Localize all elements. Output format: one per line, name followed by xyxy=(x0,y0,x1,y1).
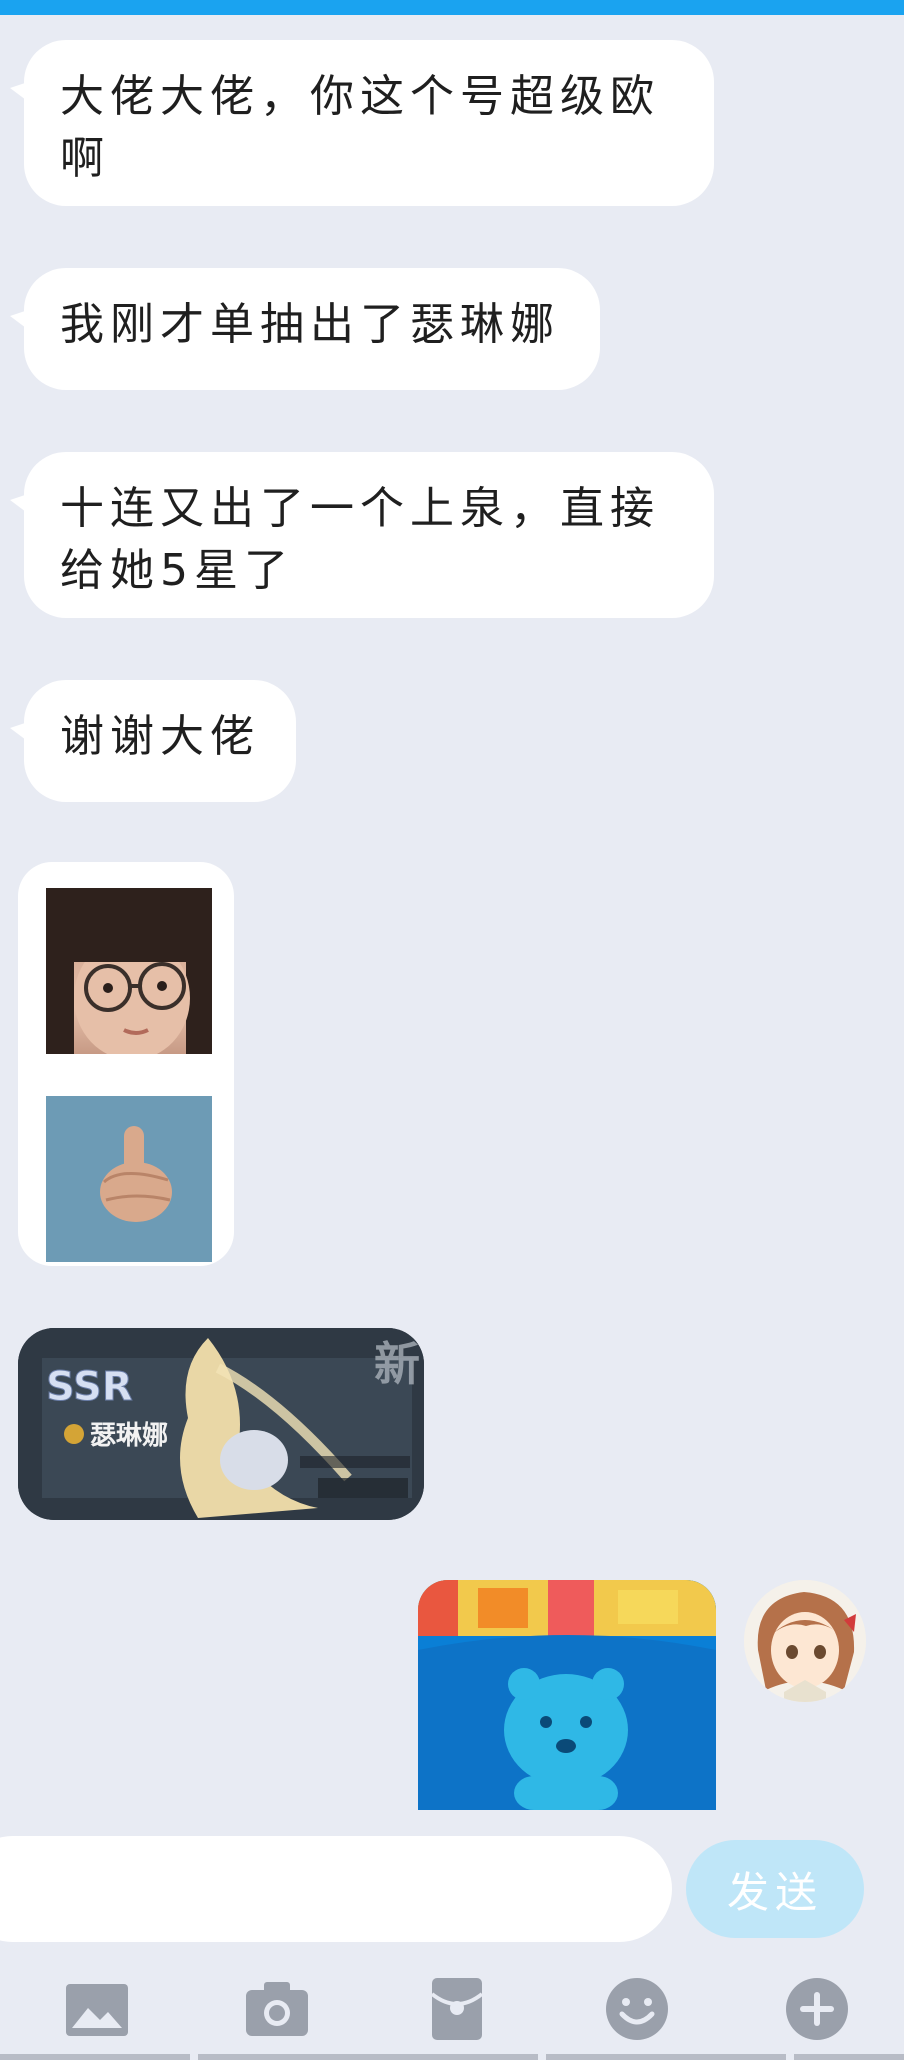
message-compose-bar: 发送 xyxy=(0,1836,904,1946)
red-packet-icon[interactable] xyxy=(420,1972,494,2046)
rarity-label: SSR xyxy=(46,1364,133,1410)
glasses-girl-photo xyxy=(46,888,212,1054)
message-bubble-3[interactable]: 十连又出了一个上泉，直接给她5星了 xyxy=(10,452,714,618)
message-text: 谢谢大佬 xyxy=(60,711,260,762)
message-text: 大佬大佬，你这个号超级欧啊 xyxy=(60,71,660,184)
bottom-divider xyxy=(0,2054,904,2060)
plus-icon[interactable] xyxy=(780,1972,854,2046)
image-icon[interactable] xyxy=(60,1972,134,2046)
send-button[interactable]: 发送 xyxy=(686,1840,864,1938)
status-bar-strip xyxy=(0,0,904,15)
message-bubble-1[interactable]: 大佬大佬，你这个号超级欧啊 xyxy=(10,40,714,206)
message-text: 我刚才单抽出了瑟琳娜 xyxy=(60,299,560,350)
new-badge: 新 xyxy=(374,1337,420,1391)
send-label: 发送 xyxy=(726,1867,823,1917)
chat-toolbar xyxy=(0,1962,904,2060)
message-bubble-2[interactable]: 我刚才单抽出了瑟琳娜 xyxy=(10,268,600,390)
blue-bear-sticker-message[interactable] xyxy=(418,1580,716,1810)
image-message-sticker[interactable] xyxy=(18,862,234,1266)
emoji-icon[interactable] xyxy=(600,1972,674,2046)
message-input[interactable] xyxy=(0,1836,672,1942)
message-bubble-4[interactable]: 谢谢大佬 xyxy=(10,680,296,802)
camera-icon[interactable] xyxy=(240,1972,314,2046)
thumbs-up-photo xyxy=(46,1096,212,1262)
user-avatar[interactable] xyxy=(744,1580,866,1702)
hero-name: 瑟琳娜 xyxy=(90,1421,168,1451)
message-text: 十连又出了一个上泉，直接给她5星了 xyxy=(60,483,660,596)
game-screenshot-message[interactable]: SSR 瑟琳娜 新 xyxy=(18,1328,424,1520)
